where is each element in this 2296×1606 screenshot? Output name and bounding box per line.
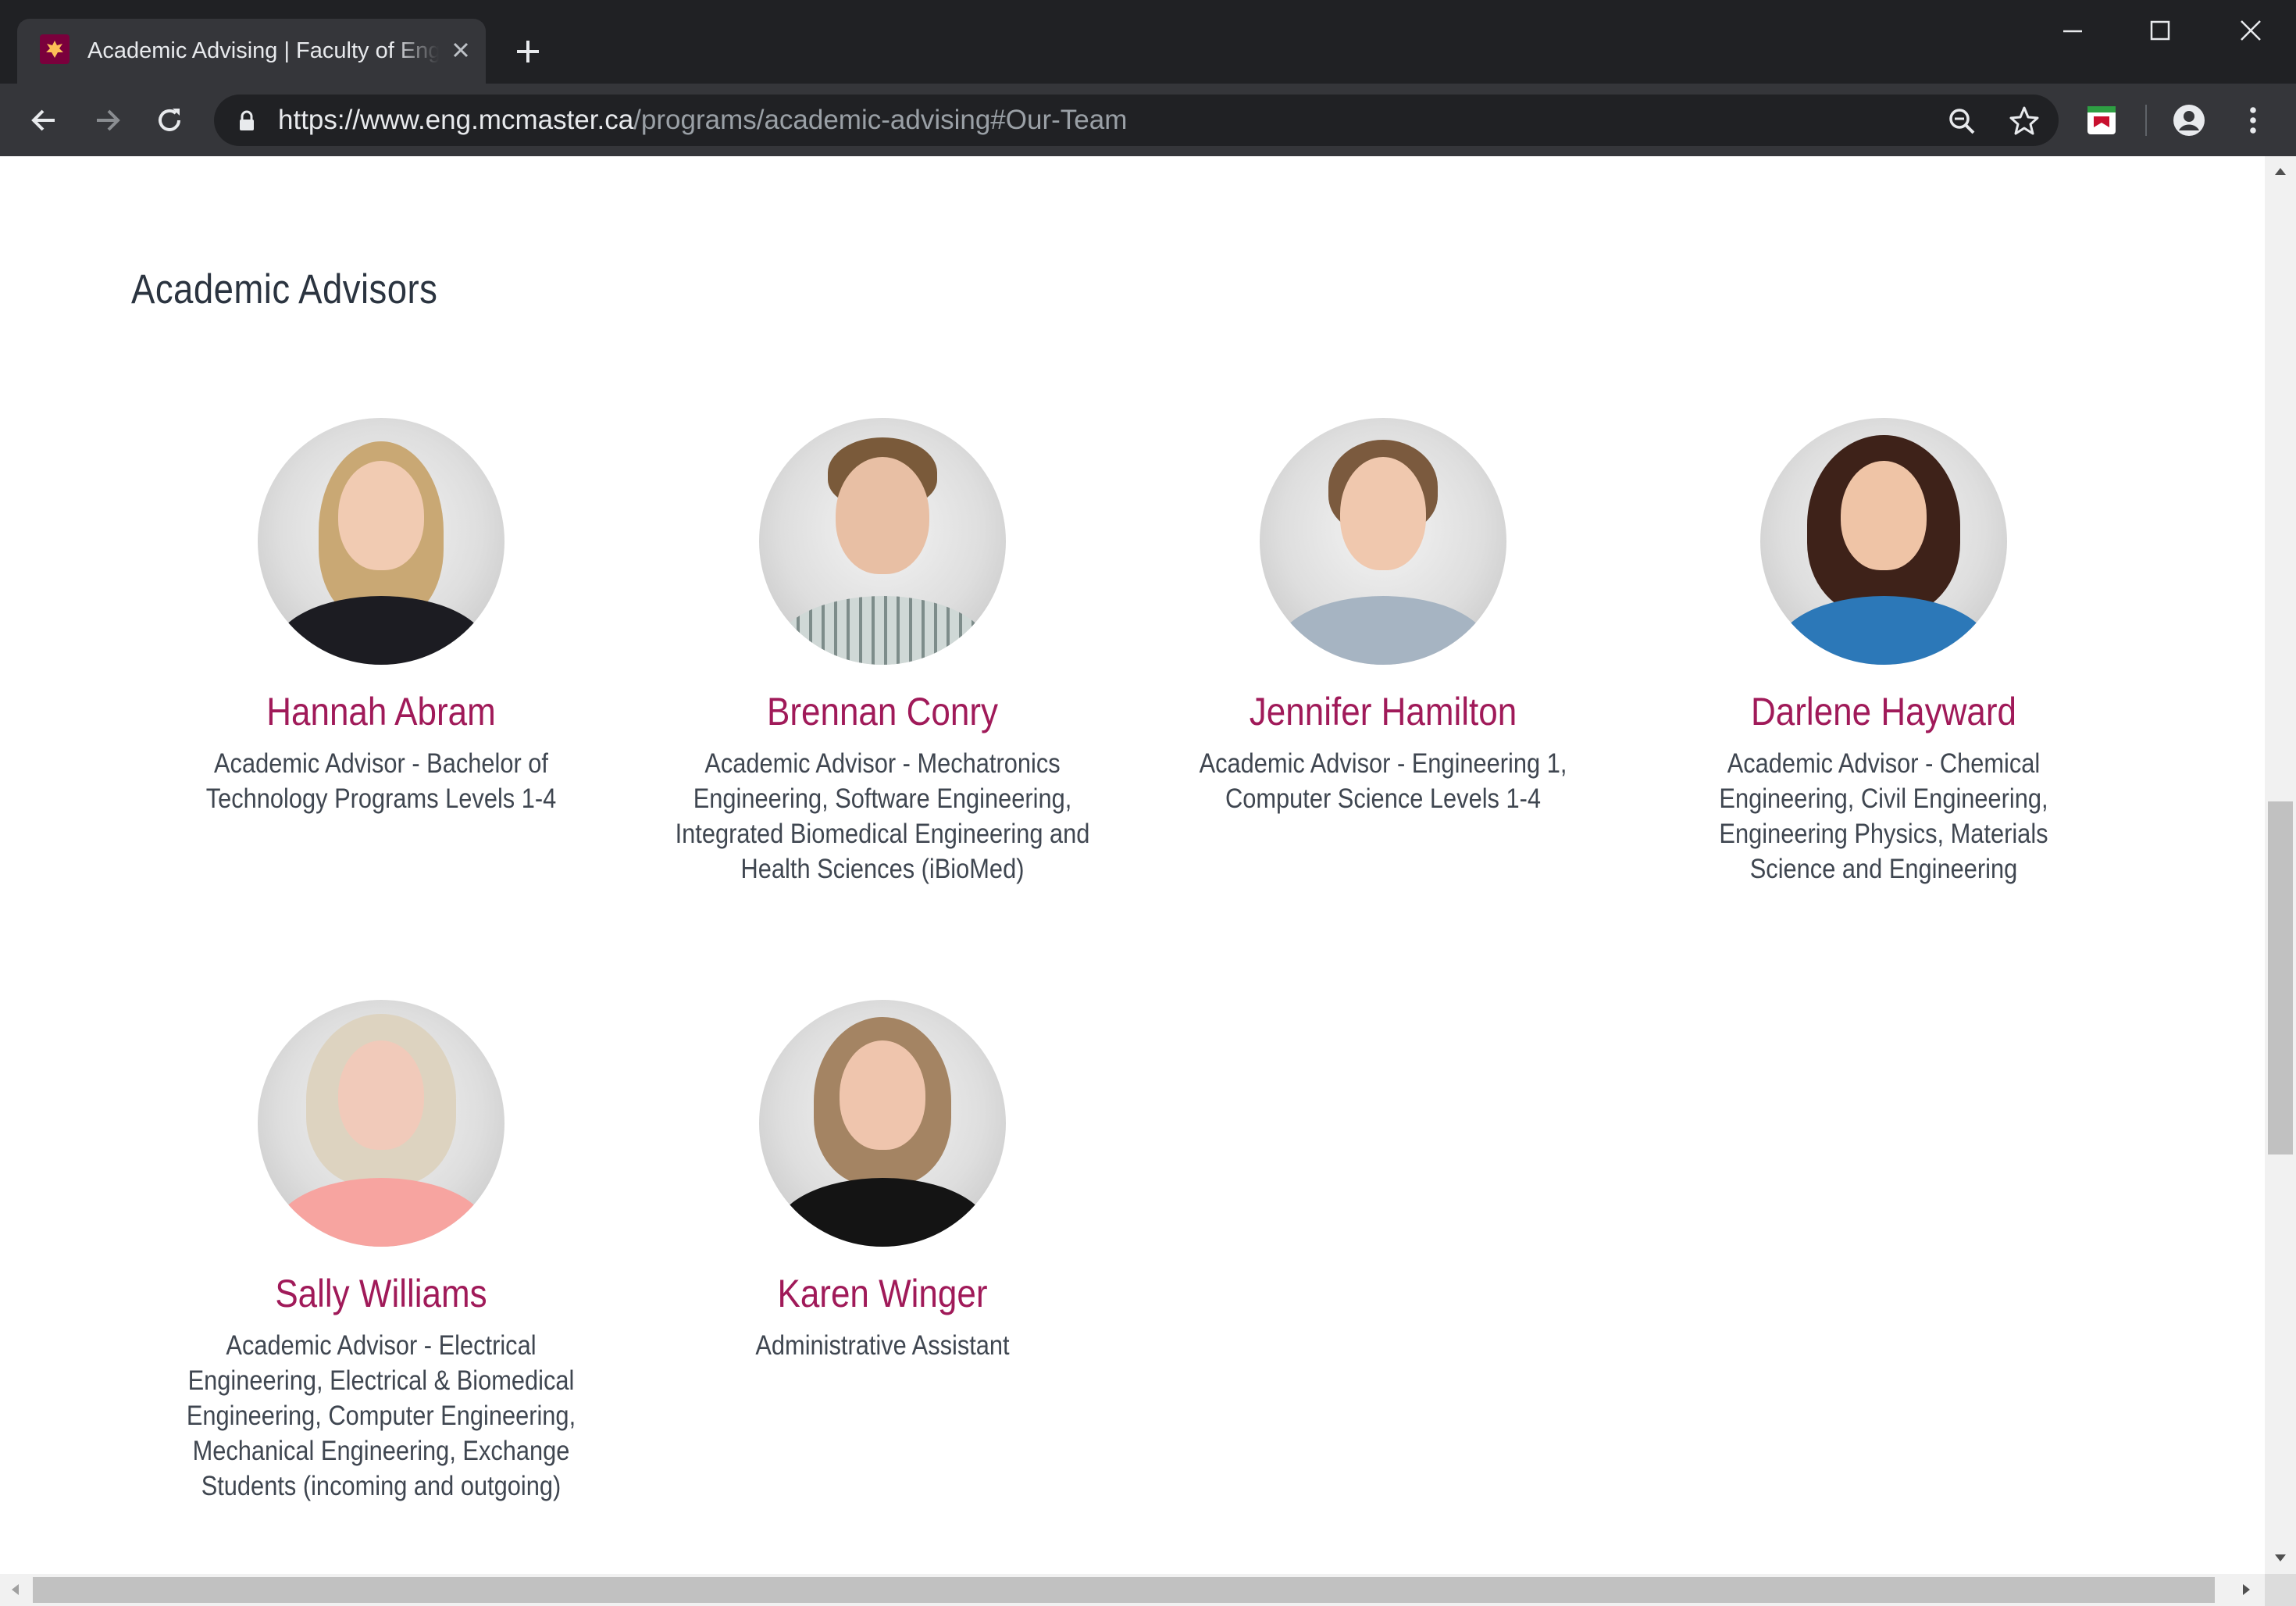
url-text: https://www.eng.mcmaster.ca/programs/aca… bbox=[278, 105, 1127, 136]
tab-title: Academic Advising | Faculty of Engineeri… bbox=[87, 35, 439, 66]
advisor-card: Darlene Hayward Academic Advisor - Chemi… bbox=[1665, 418, 2102, 887]
advisor-card: Sally Williams Academic Advisor - Electr… bbox=[162, 1000, 600, 1504]
plus-icon[interactable] bbox=[509, 33, 547, 70]
advisor-role: Academic Advisor - Chemical Engineering,… bbox=[1719, 748, 2048, 884]
back-icon[interactable] bbox=[23, 99, 66, 141]
address-bar[interactable]: https://www.eng.mcmaster.ca/programs/aca… bbox=[214, 95, 2059, 146]
advisor-photo bbox=[759, 418, 1006, 665]
scroll-down-icon[interactable] bbox=[2275, 1554, 2286, 1561]
url-domain: https://www.eng.mcmaster.ca bbox=[278, 105, 634, 135]
advisor-name[interactable]: Sally Williams bbox=[189, 1270, 574, 1317]
reload-icon[interactable] bbox=[148, 99, 191, 141]
advisor-role: Academic Advisor - Bachelor of Technolog… bbox=[205, 748, 557, 814]
advisor-name[interactable]: Karen Winger bbox=[690, 1270, 1075, 1317]
zoom-icon[interactable] bbox=[1945, 104, 1979, 138]
scroll-up-icon[interactable] bbox=[2275, 168, 2286, 175]
horizontal-scroll-thumb[interactable] bbox=[33, 1577, 2215, 1603]
scrollbar-corner bbox=[2265, 1574, 2296, 1606]
menu-icon[interactable] bbox=[2232, 99, 2274, 141]
toolbar-separator bbox=[2145, 105, 2147, 136]
star-icon[interactable] bbox=[2007, 104, 2041, 138]
section-title: Academic Advisors bbox=[131, 266, 438, 312]
vertical-scroll-thumb[interactable] bbox=[2268, 801, 2293, 1155]
browser-titlebar: Academic Advising | Faculty of Engineeri… bbox=[0, 0, 2296, 84]
extension-icon[interactable] bbox=[2080, 99, 2123, 141]
advisor-card: Brennan Conry Academic Advisor - Mechatr… bbox=[664, 418, 1101, 887]
advisor-name[interactable]: Darlene Hayward bbox=[1692, 688, 2077, 735]
advisor-card: Hannah Abram Academic Advisor - Bachelor… bbox=[162, 418, 600, 816]
minimize-icon[interactable] bbox=[2049, 11, 2096, 50]
advisor-role: Academic Advisor - Engineering 1, Comput… bbox=[1199, 748, 1567, 814]
horizontal-scrollbar[interactable] bbox=[0, 1574, 2265, 1606]
mcmaster-favicon-icon bbox=[40, 34, 70, 64]
advisor-photo bbox=[258, 418, 504, 665]
advisor-role: Academic Advisor - Mechatronics Engineer… bbox=[675, 748, 1090, 884]
scroll-right-icon[interactable] bbox=[2243, 1584, 2250, 1595]
advisor-photo bbox=[258, 1000, 504, 1247]
profile-icon[interactable] bbox=[2168, 99, 2210, 141]
advisor-name[interactable]: Hannah Abram bbox=[189, 688, 574, 735]
maximize-icon[interactable] bbox=[2137, 11, 2184, 50]
close-icon[interactable] bbox=[447, 36, 475, 64]
page-content: Academic Advisors Hannah Abram Academic … bbox=[0, 156, 2265, 1574]
advisor-role: Academic Advisor - Electrical Engineerin… bbox=[186, 1330, 576, 1501]
browser-tab[interactable]: Academic Advising | Faculty of Engineeri… bbox=[17, 19, 486, 84]
lock-icon[interactable] bbox=[236, 109, 258, 133]
browser-toolbar: https://www.eng.mcmaster.ca/programs/aca… bbox=[0, 84, 2296, 156]
scroll-left-icon[interactable] bbox=[12, 1584, 19, 1595]
advisor-card: Karen Winger Administrative Assistant bbox=[664, 1000, 1101, 1363]
url-path: /programs/academic-advising#Our-Team bbox=[633, 105, 1128, 135]
advisor-name[interactable]: Jennifer Hamilton bbox=[1191, 688, 1576, 735]
advisor-name[interactable]: Brennan Conry bbox=[690, 688, 1075, 735]
advisor-photo bbox=[1260, 418, 1506, 665]
advisor-photo bbox=[1760, 418, 2007, 665]
close-icon[interactable] bbox=[2227, 11, 2274, 50]
vertical-scrollbar[interactable] bbox=[2265, 156, 2296, 1574]
forward-icon[interactable] bbox=[86, 99, 128, 141]
advisor-role: Administrative Assistant bbox=[755, 1330, 1010, 1361]
advisor-photo bbox=[759, 1000, 1006, 1247]
advisor-card: Jennifer Hamilton Academic Advisor - Eng… bbox=[1164, 418, 1602, 816]
